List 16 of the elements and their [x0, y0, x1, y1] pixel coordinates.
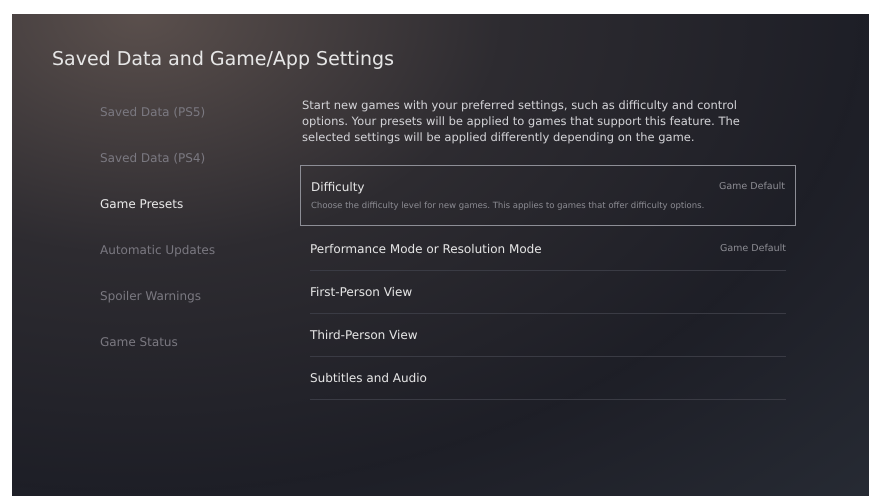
setting-hint: Choose the difficulty level for new games. This applies to games that offer difficulty options. [310, 200, 706, 213]
setting-row[interactable]: First-Person View [310, 270, 786, 314]
setting-label: First-Person View [310, 284, 412, 301]
setting-row[interactable]: Subtitles and Audio [310, 356, 786, 400]
page-title: Saved Data and Game/App Settings [52, 50, 394, 69]
sidebar-item[interactable]: Game Presets [100, 193, 184, 215]
setting-row[interactable]: Difficulty Game Default Choose the difficulty level for new games. This applies to games that offer difficulty options. [300, 165, 796, 226]
setting-row[interactable]: Third-Person View [310, 314, 786, 357]
setting-value: Game Default [720, 242, 786, 256]
setting-row[interactable]: Performance Mode or Resolution Mode Game Default [310, 228, 786, 271]
setting-label: Performance Mode or Resolution Mode [310, 240, 542, 258]
setting-value: Game Default [718, 180, 785, 194]
setting-label: Difficulty [311, 179, 365, 196]
setting-label: Third-Person View [310, 326, 418, 344]
description-text: Start new games with your preferred settings, such as difficulty and control options. Your presets will be applied to games that support this feature. The selected settings will be applied differently depending on the game. [302, 97, 741, 145]
setting-label: Subtitles and Audio [310, 370, 427, 387]
